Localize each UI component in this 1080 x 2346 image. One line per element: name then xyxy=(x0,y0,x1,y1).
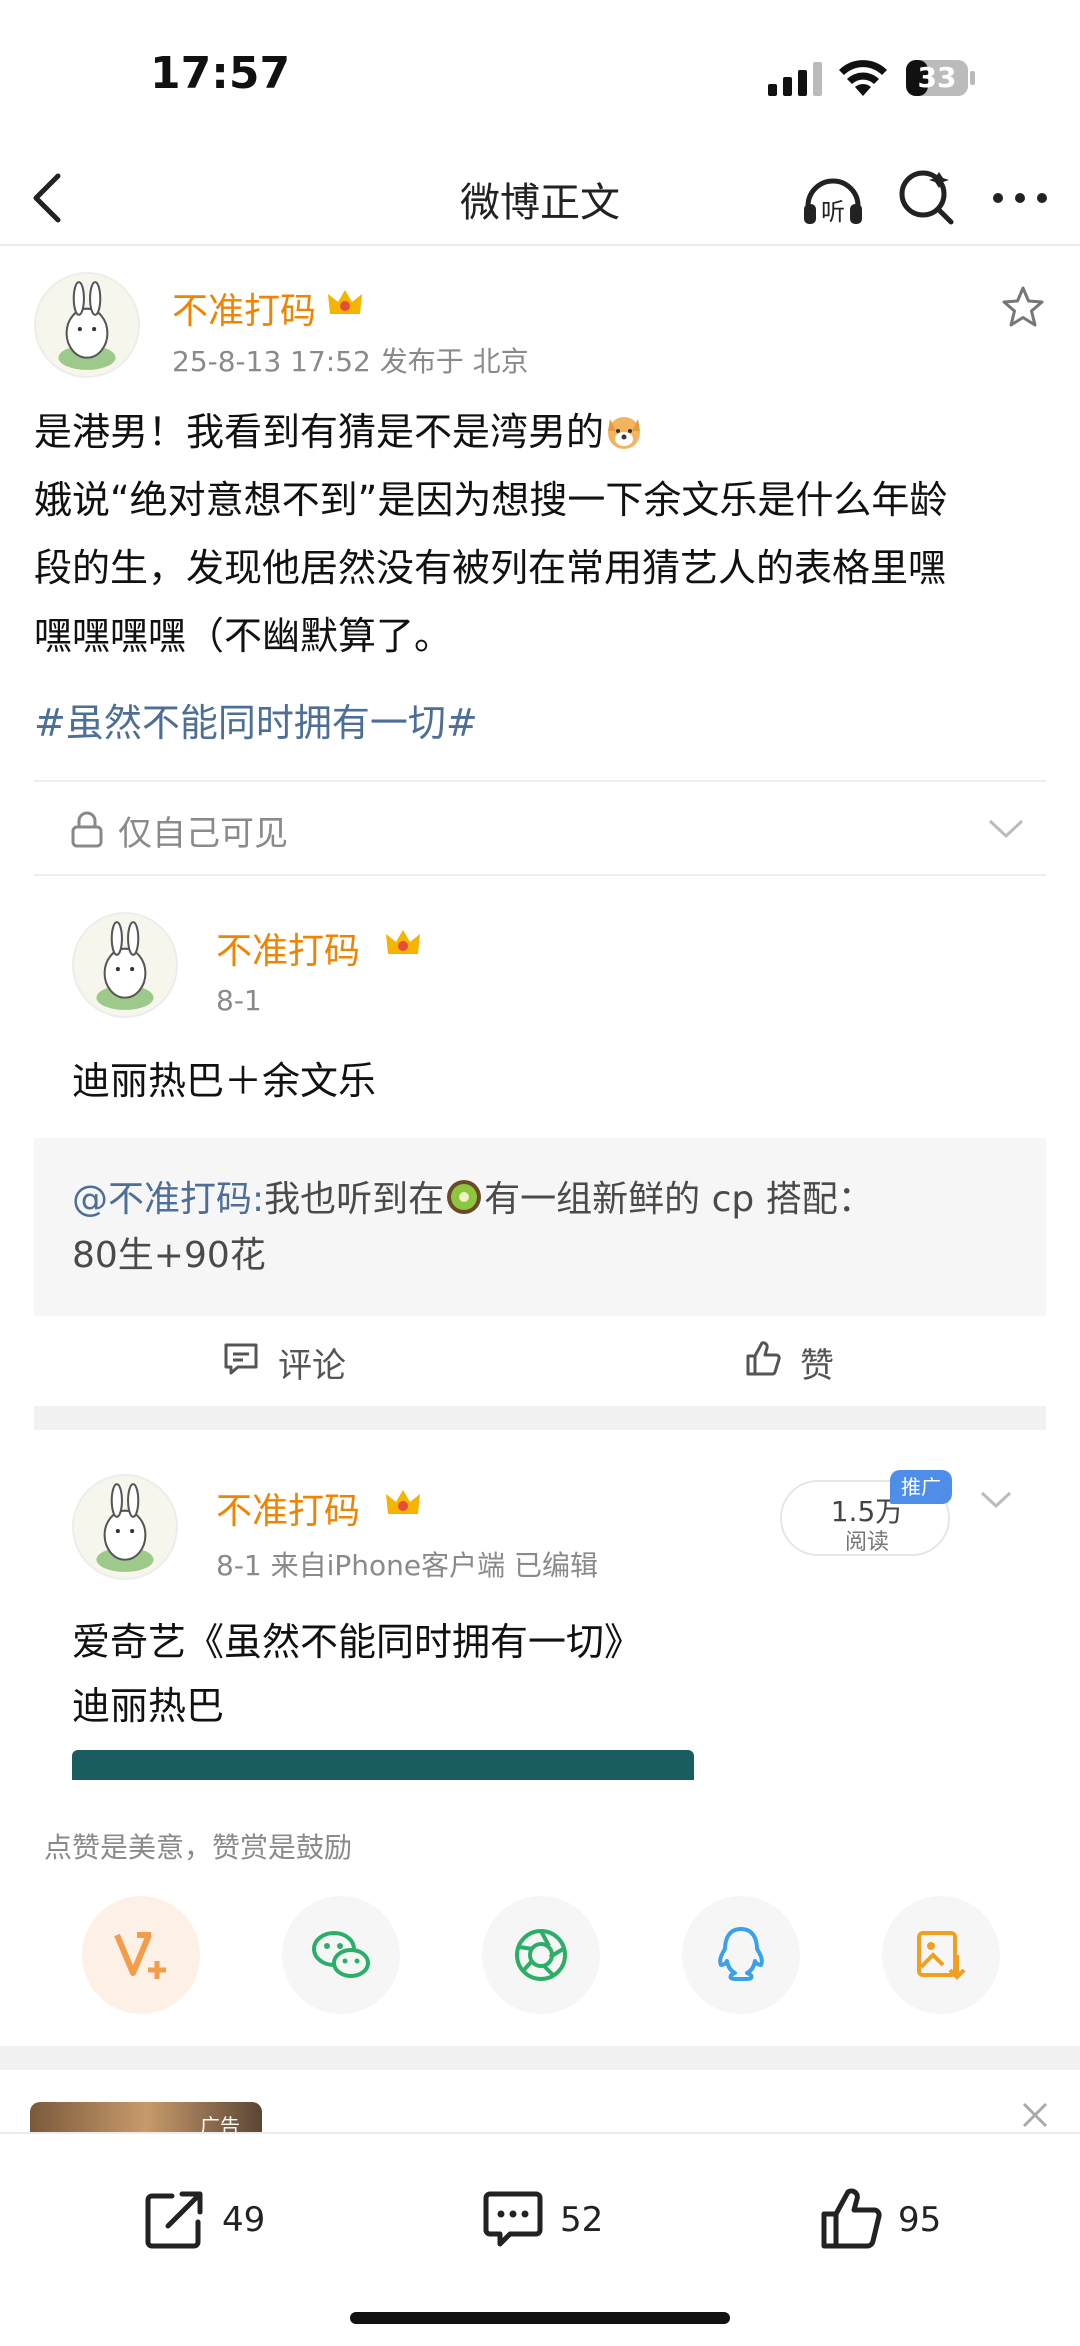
crown-icon xyxy=(328,290,362,314)
moments-icon xyxy=(515,1929,567,1981)
post-meta: 25-8-13 17:52 发布于 北京 xyxy=(172,345,529,378)
comment-text: 迪丽热巴＋余文乐 xyxy=(72,1059,377,1103)
listen-icon[interactable]: 听 xyxy=(798,164,868,234)
favorite-star-icon[interactable] xyxy=(1000,284,1046,330)
share-moments-button[interactable] xyxy=(482,1896,600,2014)
avatar[interactable] xyxy=(72,912,178,1018)
like-label: 赞 xyxy=(800,1346,834,1386)
kiwi-emoji-icon xyxy=(447,1180,482,1214)
quote-text: @不准打码:我也听到在 有一组新鲜的 cp 搭配： 80生+90花 xyxy=(72,1172,874,1284)
like-button[interactable]: 95 xyxy=(818,2186,958,2256)
comment-date: 8-1 xyxy=(216,984,262,1017)
divider xyxy=(0,2046,1080,2070)
quote-text-part: 80生+90花 xyxy=(72,1235,266,1276)
save-image-button[interactable] xyxy=(882,1896,1000,2014)
quote-text-part: 有一组新鲜的 cp 搭配： xyxy=(484,1179,874,1220)
avatar[interactable] xyxy=(72,1474,178,1580)
author-name[interactable]: 不准打码 xyxy=(172,282,316,334)
thumbs-up-icon xyxy=(746,1341,781,1376)
post-line: 迪丽热巴 xyxy=(72,1684,225,1728)
comment-bubble-icon xyxy=(483,2191,543,2247)
more-icon[interactable] xyxy=(990,188,1050,208)
close-icon[interactable] xyxy=(1020,2100,1050,2130)
comment-icon xyxy=(224,1343,258,1375)
post-line: 嘿嘿嘿嘿（不幽默算了。 xyxy=(34,614,453,658)
reward-v-icon xyxy=(114,1932,166,1979)
share-wechat-button[interactable] xyxy=(282,1896,400,2014)
dog-emoji-icon xyxy=(608,417,641,449)
signal-icon xyxy=(768,62,822,96)
home-indicator[interactable] xyxy=(350,2312,730,2324)
chevron-down-icon[interactable] xyxy=(986,816,1026,842)
avatar[interactable] xyxy=(34,272,140,378)
author-name[interactable]: 不准打码 xyxy=(216,1482,360,1534)
status-bar: 17:57 33 xyxy=(0,0,1080,150)
save-image-icon xyxy=(917,1931,966,1980)
comment-label: 评论 xyxy=(278,1346,346,1386)
promo-badge: 推广 xyxy=(890,1470,952,1504)
post-line: 是港男！我看到有猜是不是湾男的 xyxy=(34,410,605,454)
comments-button[interactable]: 52 xyxy=(480,2186,620,2256)
status-time: 17:57 xyxy=(150,48,291,99)
thumbs-up-icon xyxy=(821,2188,882,2249)
comment-count: 52 xyxy=(560,2200,604,2240)
crown-icon xyxy=(386,930,420,954)
wechat-icon xyxy=(312,1931,370,1978)
qq-icon xyxy=(718,1927,764,1981)
post-meta: 8-1 来自iPhone客户端 已编辑 xyxy=(216,1549,599,1582)
comment-author-name[interactable]: 不准打码 xyxy=(216,922,360,974)
post-body: 是港男！我看到有猜是不是湾男的 娥说“绝对意想不到”是因为想搜一下余文乐是什么年… xyxy=(34,398,1054,670)
post-body: 爱奇艺《虽然不能同时拥有一切》 迪丽热巴 xyxy=(72,1610,642,1738)
share-icon xyxy=(145,2191,203,2249)
reward-tip: 点赞是美意，赞赏是鼓励 xyxy=(44,1831,353,1864)
comment-actions: 评论 赞 xyxy=(0,1316,1080,1406)
chevron-down-icon[interactable] xyxy=(978,1488,1014,1512)
search-icon[interactable] xyxy=(895,166,957,228)
privacy-label: 仅自己可见 xyxy=(118,814,288,854)
quoted-repost[interactable]: @不准打码:我也听到在 有一组新鲜的 cp 搭配： 80生+90花 xyxy=(34,1138,1046,1316)
hashtag-link[interactable]: #虽然不能同时拥有一切# xyxy=(34,692,478,747)
post-line: 娥说“绝对意想不到”是因为想搜一下余文乐是什么年龄 xyxy=(34,478,948,522)
repost-count: 49 xyxy=(222,2200,266,2240)
like-count: 95 xyxy=(898,2200,942,2240)
privacy-row[interactable]: 仅自己可见 xyxy=(34,780,1046,876)
post-line: 爱奇艺《虽然不能同时拥有一切》 xyxy=(72,1620,643,1664)
reward-button[interactable] xyxy=(82,1896,200,2014)
quote-text-part: 我也听到在 xyxy=(264,1179,445,1220)
share-qq-button[interactable] xyxy=(682,1896,800,2014)
post-line: 段的生，发现他居然没有被列在常用猜艺人的表格里嘿 xyxy=(34,546,947,590)
crown-icon xyxy=(386,1490,420,1514)
mention-link[interactable]: @不准打码: xyxy=(72,1179,264,1220)
nav-bar: 微博正文 听 xyxy=(0,150,1080,246)
repost-button[interactable]: 49 xyxy=(142,2186,282,2256)
divider xyxy=(34,1406,1046,1430)
lock-icon xyxy=(71,811,103,848)
svg-text:听: 听 xyxy=(821,198,845,226)
read-label: 阅读 xyxy=(844,1530,889,1555)
battery-level: 33 xyxy=(917,61,957,94)
wifi-icon xyxy=(839,60,887,96)
